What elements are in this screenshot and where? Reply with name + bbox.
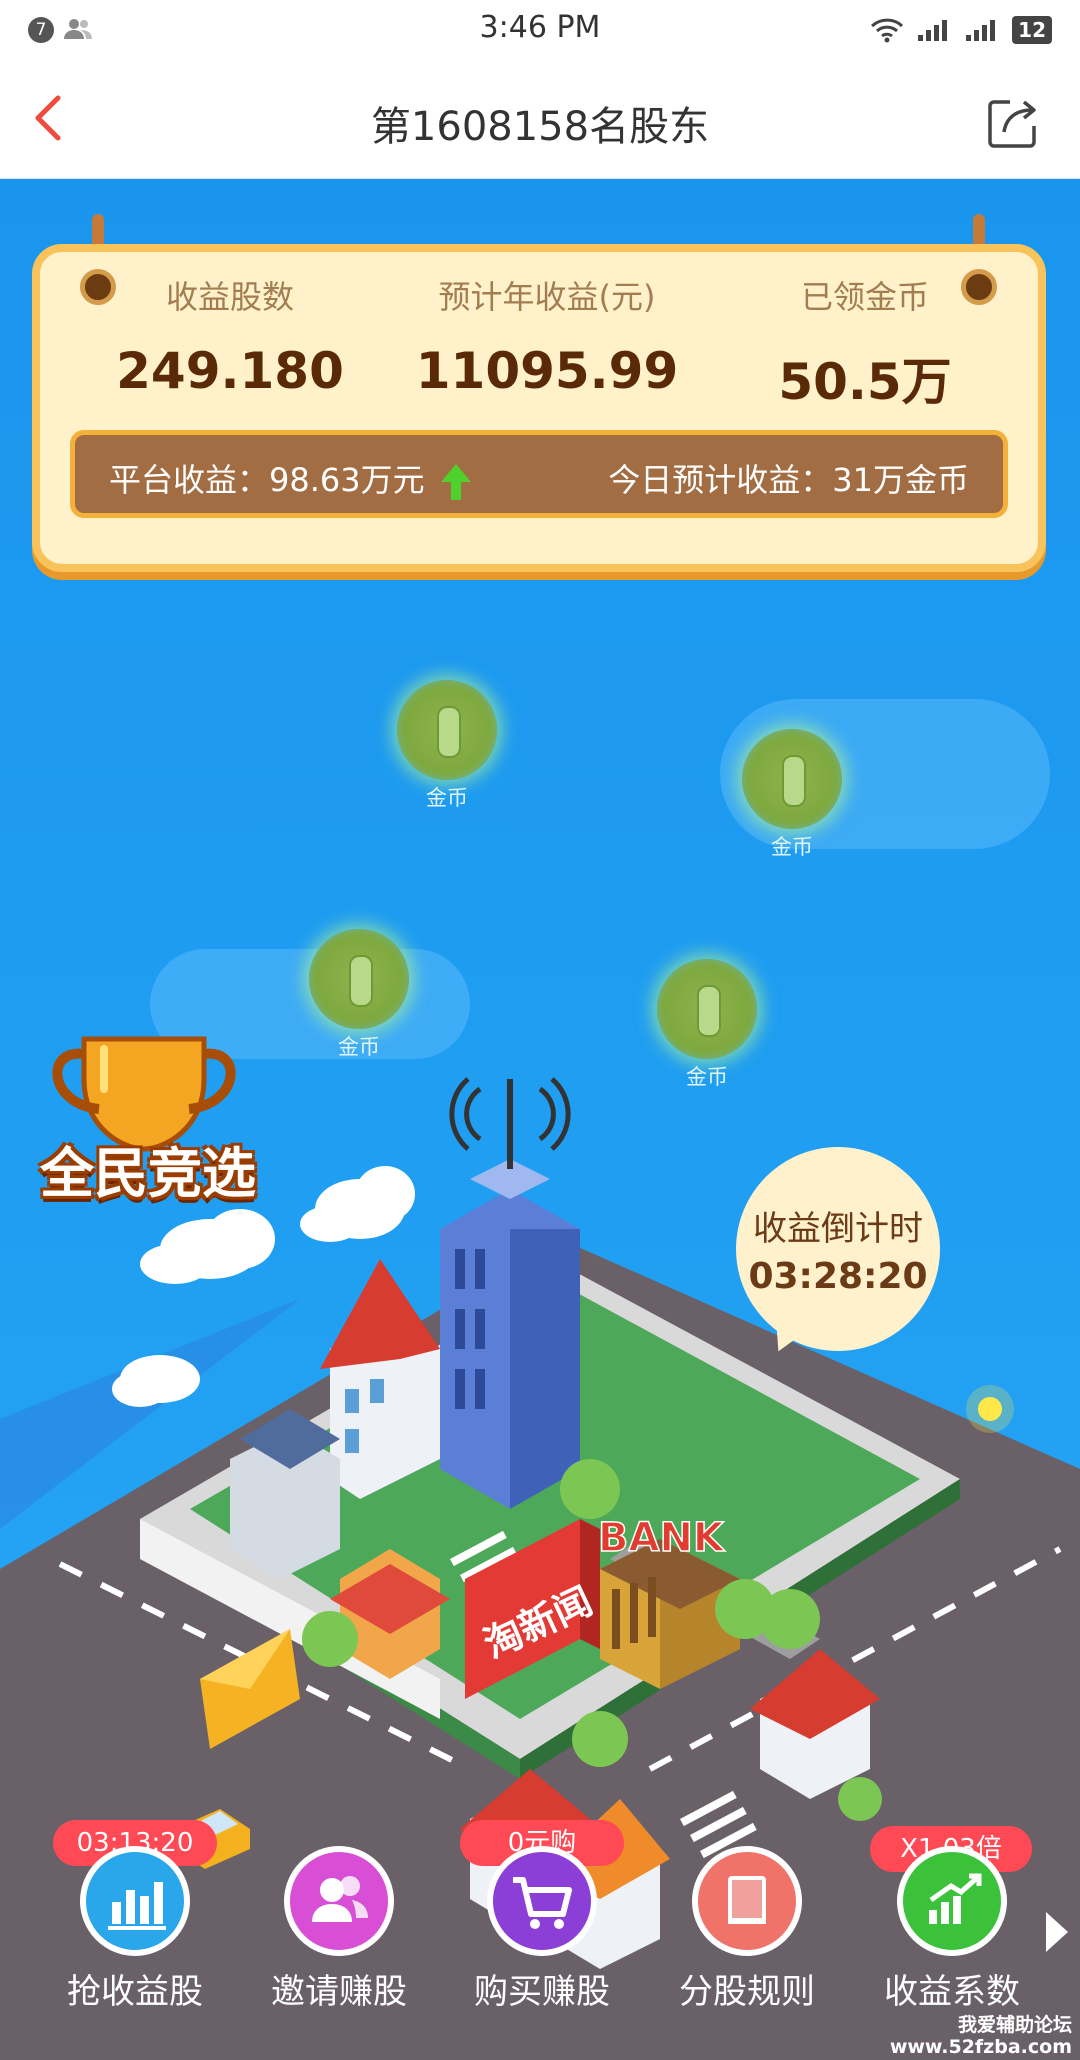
nav-label: 购买赚股 xyxy=(474,1972,610,2012)
nav-bar: 第1608158名股东 xyxy=(0,58,1080,179)
status-bar: 7 3:46 PM 12 xyxy=(0,0,1080,58)
watermark: 我爱辅助论坛 www.52fzba.com xyxy=(890,2014,1072,2058)
countdown-bubble: 收益倒计时 03:28:20 xyxy=(736,1147,940,1351)
bar-chart-icon xyxy=(80,1846,190,1956)
svg-text:BANK: BANK xyxy=(598,1515,726,1561)
trophy-label[interactable]: 全民竞选 xyxy=(40,1129,256,1208)
cart-icon xyxy=(487,1846,597,1956)
nav-label: 抢收益股 xyxy=(67,1972,203,2012)
users-icon xyxy=(284,1846,394,1956)
share-icon[interactable] xyxy=(986,96,1040,150)
watermark-line: 我爱辅助论坛 xyxy=(957,2014,1072,2036)
trend-up-icon xyxy=(897,1846,1007,1956)
battery-icon: 12 xyxy=(1012,16,1052,44)
skyscraper xyxy=(440,1077,580,1509)
nav-invite[interactable]: 邀请赚股 xyxy=(249,1846,429,2013)
book-icon xyxy=(692,1846,802,1956)
game-scene: 收益股数 249.180 预计年收益(元) 11095.99 已领金币 50.5… xyxy=(0,179,1080,2060)
nav-grab-shares[interactable]: 抢收益股 xyxy=(45,1846,225,2013)
page-title: 第1608158名股东 xyxy=(370,104,710,150)
signal-icon xyxy=(918,20,948,41)
nav-label: 邀请赚股 xyxy=(271,1972,407,2012)
nav-rules[interactable]: 分股规则 xyxy=(657,1846,837,2013)
nav-coefficient[interactable]: 收益系数 xyxy=(862,1846,1042,2013)
countdown-time: 03:28:20 xyxy=(748,1256,928,1297)
nav-label: 分股规则 xyxy=(679,1972,815,2012)
nav-buy[interactable]: 购买赚股 xyxy=(452,1846,632,2013)
next-arrow-icon[interactable] xyxy=(1046,1912,1068,1952)
countdown-label: 收益倒计时 xyxy=(753,1209,923,1249)
wifi-icon xyxy=(871,18,904,43)
signal-icon xyxy=(966,20,996,41)
watermark-line: www.52fzba.com xyxy=(889,2036,1072,2058)
nav-label: 收益系数 xyxy=(884,1972,1020,2012)
